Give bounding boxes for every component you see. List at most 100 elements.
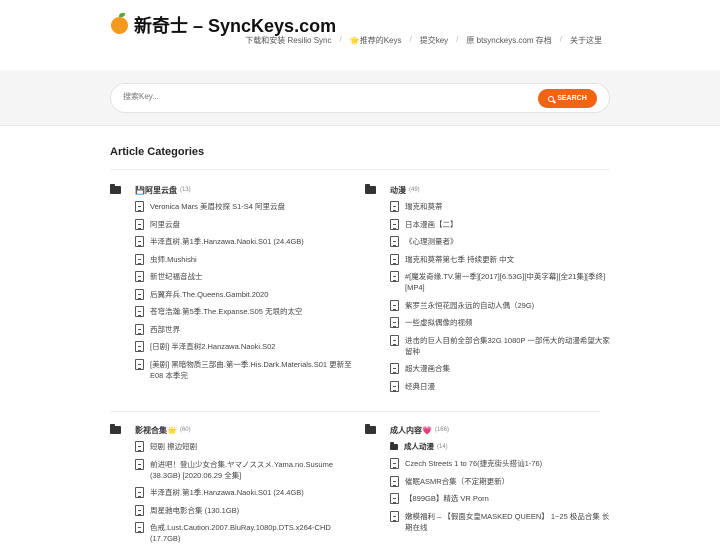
list-item[interactable]: 半泽直树.第1季.Hanzawa.Naoki.S01 (24.4GB)	[135, 236, 355, 247]
category-name[interactable]: 动漫	[390, 185, 406, 196]
nav-submit-key[interactable]: 提交key	[420, 35, 448, 46]
document-icon	[390, 253, 399, 265]
document-icon	[390, 510, 399, 522]
category-count: (49)	[409, 187, 420, 193]
document-icon	[135, 288, 144, 300]
section-divider	[110, 169, 610, 170]
document-icon	[390, 201, 399, 212]
site-header: 新奇士 – SyncKeys.com 下载和安装 Resilio Sync / …	[0, 0, 720, 70]
list-item[interactable]: 一些虚拟偶像的视频	[390, 317, 610, 328]
list-item[interactable]: 超大漫画合集	[390, 363, 610, 374]
document-icon	[390, 380, 399, 392]
nav-separator: /	[409, 35, 412, 44]
search-band: SEARCH	[0, 70, 720, 126]
list-item[interactable]: 虫师.Mushishi	[135, 253, 355, 265]
category-name[interactable]: 影视合集🌟	[135, 425, 177, 436]
list-item[interactable]: 前进吧！登山少女合集.ヤマノススメ.Yama.no.Susume (38.3GB…	[135, 458, 355, 481]
category-divider	[110, 411, 600, 412]
folder-icon	[390, 442, 398, 450]
document-icon	[390, 363, 399, 374]
nav-about[interactable]: 关于这里	[570, 35, 602, 46]
category-aliyun: 💾阿里云盘 (13) Veronica Mars 美眉校探 S1-S4 阿里云盘…	[110, 183, 355, 387]
search-button[interactable]: SEARCH	[538, 89, 597, 108]
list-item[interactable]: 催眠ASMR合集（不定期更新）	[390, 475, 610, 487]
search-icon	[548, 95, 555, 102]
document-icon	[135, 522, 144, 533]
list-item[interactable]: 后翼弃兵.The.Queens.Gambit.2020	[135, 288, 355, 300]
list-item[interactable]: 阿里云盘	[135, 218, 355, 230]
list-item[interactable]: Veronica Mars 美眉校探 S1-S4 阿里云盘	[135, 201, 355, 212]
folder-icon	[365, 424, 376, 434]
list-item[interactable]: 新世纪福音战士	[135, 271, 355, 282]
nav-separator: /	[339, 35, 342, 44]
top-nav: 下载和安装 Resilio Sync / 🌟推荐的Keys / 提交key / …	[245, 35, 602, 46]
nav-download[interactable]: 下载和安装 Resilio Sync	[245, 35, 331, 46]
list-item[interactable]: 西部世界	[135, 323, 355, 335]
folder-icon	[365, 184, 376, 194]
document-icon	[390, 271, 399, 282]
document-icon	[390, 299, 399, 311]
document-icon	[135, 441, 144, 452]
orange-icon	[111, 12, 128, 34]
document-icon	[135, 323, 144, 335]
document-icon	[135, 253, 144, 265]
subcategory-count: (14)	[437, 443, 448, 450]
document-icon	[390, 236, 399, 247]
list-item[interactable]: 瑞克和莫蒂	[390, 201, 610, 212]
document-icon	[135, 358, 144, 370]
document-icon	[390, 334, 399, 346]
category-name[interactable]: 成人内容💗	[390, 425, 432, 436]
document-icon	[135, 201, 144, 212]
list-item[interactable]: 半泽直树.第1季.Hanzawa.Naoki.S01 (24.4GB)	[135, 487, 355, 498]
document-icon	[135, 306, 144, 317]
category-anime: 动漫 (49) 瑞克和莫蒂 日本漫画【二】 《心理测量者》 瑞克和莫蒂第七季 持…	[365, 183, 610, 398]
category-name[interactable]: 💾阿里云盘	[135, 185, 177, 196]
category-count: (166)	[434, 427, 449, 433]
nav-archive[interactable]: 原 btsynckeys.com 存档	[466, 35, 551, 46]
document-icon	[135, 218, 144, 230]
document-icon	[390, 317, 399, 328]
category-adult: 成人内容💗 (166) 成人动漫 (14) Czech Streets 1 to…	[365, 423, 610, 539]
list-item[interactable]: Czech Streets 1 to 76(捷克街头搭讪1-76)	[390, 458, 610, 469]
category-collections: 影视合集🌟 (60) 短剧 擦边短剧 前进吧！登山少女合集.ヤマノススメ.Yam…	[110, 423, 355, 551]
document-icon	[135, 341, 144, 352]
list-item[interactable]: [美剧] 黑暗物质三部曲.第一季.His.Dark.Materials.S01 …	[135, 358, 355, 381]
article-list: Veronica Mars 美眉校探 S1-S4 阿里云盘 阿里云盘 半泽直树.…	[135, 201, 355, 381]
folder-icon	[110, 184, 121, 194]
document-icon	[135, 271, 144, 282]
subcategory-name[interactable]: 成人动漫	[404, 441, 434, 452]
category-count: (13)	[179, 187, 191, 193]
list-item[interactable]: 紫罗兰永恒花园永远的自动人偶（29G)	[390, 299, 610, 311]
list-item[interactable]: [日剧] 半泽直树2.Hanzawa.Naoki.S02	[135, 341, 355, 352]
document-icon	[390, 458, 399, 469]
list-item[interactable]: 经典日漫	[390, 380, 610, 392]
search-button-label: SEARCH	[557, 95, 587, 102]
subcategory[interactable]: 成人动漫 (14)	[390, 441, 610, 452]
list-item[interactable]: 进击的巨人目前全部合集32G 1080P 一部伟大的动漫希望大家留种	[390, 334, 610, 357]
list-item[interactable]: 周星驰电影合集 (130.1GB)	[135, 504, 355, 516]
list-item[interactable]: 短剧 擦边短剧	[135, 441, 355, 452]
search-form: SEARCH	[110, 83, 610, 113]
list-item[interactable]: 色戒.Lust.Caution.2007.BluRay.1080p.DTS.x2…	[135, 522, 355, 544]
document-icon	[135, 487, 144, 498]
list-item[interactable]: 【899GB】精选 VR Porn	[390, 493, 610, 504]
list-item[interactable]: 《心理测量者》	[390, 236, 610, 247]
nav-separator: /	[559, 35, 562, 44]
section-title: Article Categories	[110, 146, 205, 158]
list-item[interactable]: 日本漫画【二】	[390, 218, 610, 230]
article-list: 短剧 擦边短剧 前进吧！登山少女合集.ヤマノススメ.Yama.no.Susume…	[135, 441, 355, 544]
folder-icon	[110, 424, 121, 434]
document-icon	[135, 458, 144, 470]
document-icon	[135, 236, 144, 247]
list-item[interactable]: 苍穹浩瀚.第5季.The.Expanse.S05 无垠的太空	[135, 306, 355, 317]
document-icon	[390, 218, 399, 230]
document-icon	[135, 504, 144, 516]
document-icon	[390, 493, 399, 504]
nav-recommended-keys[interactable]: 🌟推荐的Keys	[350, 35, 402, 46]
article-list: 瑞克和莫蒂 日本漫画【二】 《心理测量者》 瑞克和莫蒂第七季 持续更新 中文 #…	[390, 201, 610, 392]
category-count: (60)	[179, 427, 191, 433]
list-item[interactable]: 嫩模福利 – 【假面女皇MASKED QUEEN】 1~25 极品合集 长期在线	[390, 510, 610, 533]
search-input[interactable]	[123, 92, 523, 101]
list-item[interactable]: 瑞克和莫蒂第七季 持续更新 中文	[390, 253, 610, 265]
list-item[interactable]: #[魔发奇缘.TV.第一季][2017][6.53G][中英字幕][全21集][…	[390, 271, 610, 293]
